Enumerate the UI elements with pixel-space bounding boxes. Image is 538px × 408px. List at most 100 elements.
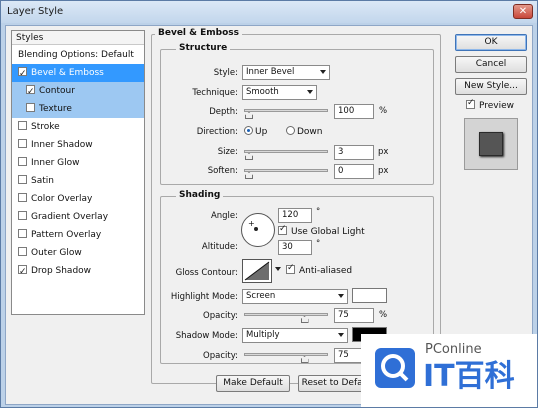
checkbox-icon[interactable] [18,157,27,166]
styles-item[interactable]: Stroke [12,118,144,136]
checkbox-icon[interactable] [18,229,27,238]
checkbox-checked-icon[interactable] [18,263,27,281]
preview-checkbox[interactable]: Preview [466,98,515,111]
highlight-color-swatch[interactable] [352,288,387,303]
direction-up-radio[interactable]: Up [244,126,267,137]
styles-item[interactable]: Texture [12,100,144,118]
preview-shape [479,132,503,156]
angle-unit: ° [316,207,321,217]
checkbox-icon[interactable] [18,121,27,130]
styles-item[interactable]: Outer Glow [12,244,144,262]
altitude-input[interactable]: 30 [278,240,312,255]
angle-input[interactable]: 120 [278,208,312,223]
styles-item-label: Texture [39,104,72,114]
checkbox-checked-icon [466,98,475,109]
checkbox-icon[interactable] [18,139,27,148]
checkbox-icon[interactable] [18,211,27,220]
styles-item[interactable]: Blending Options: Default [12,46,144,64]
gloss-contour-arrow-icon[interactable] [275,267,281,271]
make-default-button[interactable]: Make Default [216,375,290,392]
checkbox-icon[interactable] [26,103,35,112]
angle-label: Angle: [210,211,238,221]
styles-item[interactable]: Bevel & Emboss [12,64,144,83]
styles-item[interactable]: Pattern Overlay [12,226,144,244]
style-select[interactable]: Inner Bevel [242,65,330,80]
depth-input[interactable]: 100 [334,104,374,119]
styles-item-label: Blending Options: Default [18,50,134,60]
anti-aliased-checkbox[interactable]: Anti-aliased [286,263,353,276]
shadow-mode-label: Shadow Mode: [175,331,238,341]
styles-item-label: Contour [39,86,75,96]
styles-header: Styles [12,31,144,45]
title-bar[interactable]: Layer Style ✕ [1,1,537,23]
checkbox-checked-icon [278,224,287,235]
shadow-mode-value: Multiply [246,330,280,340]
gloss-contour-picker[interactable] [242,259,272,283]
highlight-opacity-slider[interactable] [244,313,328,323]
soften-input[interactable]: 0 [334,164,374,179]
dialog-title: Layer Style [7,6,64,17]
styles-item-label: Stroke [31,122,60,132]
preview-label: Preview [479,101,515,111]
use-global-light-label: Use Global Light [291,227,365,237]
styles-item-label: Drop Shadow [31,266,92,276]
styles-item[interactable]: Inner Shadow [12,136,144,154]
technique-select[interactable]: Smooth [242,85,317,100]
checkbox-icon[interactable] [18,247,27,256]
styles-item-label: Bevel & Emboss [31,68,104,78]
contour-preview-icon [244,261,270,281]
size-unit: px [378,147,389,157]
checkbox-checked-icon[interactable] [18,65,27,83]
size-slider[interactable] [244,150,328,160]
altitude-unit: ° [316,239,321,249]
new-style-button[interactable]: New Style... [455,78,527,95]
pconline-logo-icon [375,348,415,388]
styles-item-label: Inner Shadow [31,140,93,150]
size-input[interactable]: 3 [334,145,374,160]
shadow-opacity-label: Opacity: [203,351,238,361]
direction-down-radio[interactable]: Down [286,126,323,137]
technique-value: Smooth [246,87,279,97]
use-global-light-checkbox[interactable]: Use Global Light [278,224,365,237]
styles-item[interactable]: Color Overlay [12,190,144,208]
highlight-mode-value: Screen [246,291,276,301]
checkbox-checked-icon[interactable] [26,83,35,101]
styles-item[interactable]: Drop Shadow [12,262,144,281]
depth-slider[interactable] [244,109,328,119]
angle-dial[interactable]: + [241,213,275,247]
shadow-mode-select[interactable]: Multiply [242,328,348,343]
styles-item-label: Inner Glow [31,158,80,168]
dropdown-arrow-icon [338,333,344,337]
layer-style-dialog: Layer Style ✕ Styles Blending Options: D… [0,0,538,408]
styles-item-label: Satin [31,176,54,186]
highlight-mode-select[interactable]: Screen [242,289,348,304]
dropdown-arrow-icon [307,90,313,94]
highlight-opacity-input[interactable]: 75 [334,308,374,323]
highlight-mode-label: Highlight Mode: [170,292,238,302]
altitude-label: Altitude: [201,242,238,252]
anti-aliased-label: Anti-aliased [299,266,353,276]
gloss-contour-label: Gloss Contour: [175,268,238,278]
styles-item[interactable]: Contour [12,82,144,101]
shadow-opacity-slider[interactable] [244,353,328,363]
technique-label: Technique: [192,88,238,98]
checkbox-icon[interactable] [18,193,27,202]
size-label: Size: [217,147,238,157]
checkbox-icon[interactable] [18,175,27,184]
ok-button[interactable]: OK [455,34,527,51]
styles-item[interactable]: Gradient Overlay [12,208,144,226]
styles-item-label: Outer Glow [31,248,82,258]
styles-item[interactable]: Inner Glow [12,154,144,172]
highlight-opacity-unit: % [379,310,388,320]
styles-item-label: Color Overlay [31,194,93,204]
close-icon: ✕ [518,6,528,17]
direction-up-label: Up [255,127,268,137]
direction-down-label: Down [297,127,323,137]
close-button[interactable]: ✕ [513,4,533,19]
depth-label: Depth: [209,107,238,117]
preview-thumbnail [464,118,518,170]
styles-item[interactable]: Satin [12,172,144,190]
cancel-button[interactable]: Cancel [455,56,527,73]
checkbox-checked-icon [286,263,295,274]
soften-slider[interactable] [244,169,328,179]
